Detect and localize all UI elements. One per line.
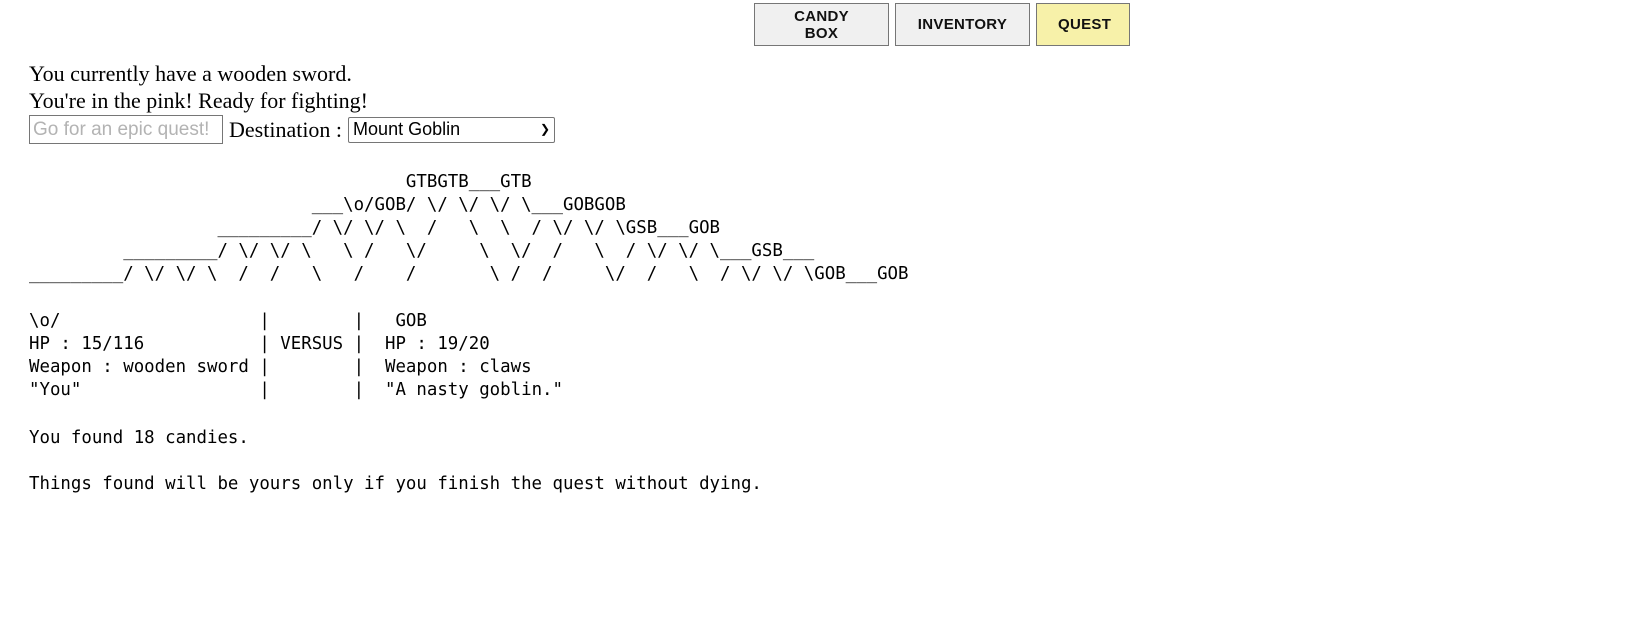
enemy-panel: GOB HP : 19/20 Weapon : claws "A nasty g… [29, 310, 563, 402]
enemy-avatar: GOB [395, 311, 427, 331]
destination-select[interactable]: Mount Goblin ❯ [348, 116, 556, 143]
found-candies-text: You found 18 candies. [29, 428, 249, 448]
destination-label: Destination : [229, 117, 343, 142]
quest-status: You currently have a wooden sword. You'r… [29, 60, 556, 144]
destination-selected-value: Mount Goblin [353, 119, 461, 139]
enemy-weapon: Weapon : claws [384, 357, 532, 377]
chevron-down-icon: ❯ [539, 122, 551, 136]
quest-controls: Go for an epic quest! Destination : Moun… [29, 115, 556, 144]
mountain-scene-ascii: GTBGTB___GTB ___\o/GOB/ \/ \/ \/ \___GOB… [29, 172, 909, 284]
weapon-status-text: You currently have a wooden sword. [29, 61, 352, 86]
go-quest-button[interactable]: Go for an epic quest! [29, 115, 223, 144]
tab-candy-box[interactable]: CANDY BOX [754, 3, 889, 46]
quest-note-text: Things found will be yours only if you f… [29, 474, 762, 494]
health-status-text: You're in the pink! Ready for fighting! [29, 88, 369, 113]
enemy-description: "A nasty goblin." [384, 380, 563, 400]
tab-inventory[interactable]: INVENTORY [895, 3, 1030, 46]
enemy-hp: HP : 19/20 [384, 334, 490, 354]
tab-quest[interactable]: QUEST [1036, 3, 1130, 46]
tab-bar: CANDY BOX INVENTORY QUEST [754, 3, 1130, 46]
